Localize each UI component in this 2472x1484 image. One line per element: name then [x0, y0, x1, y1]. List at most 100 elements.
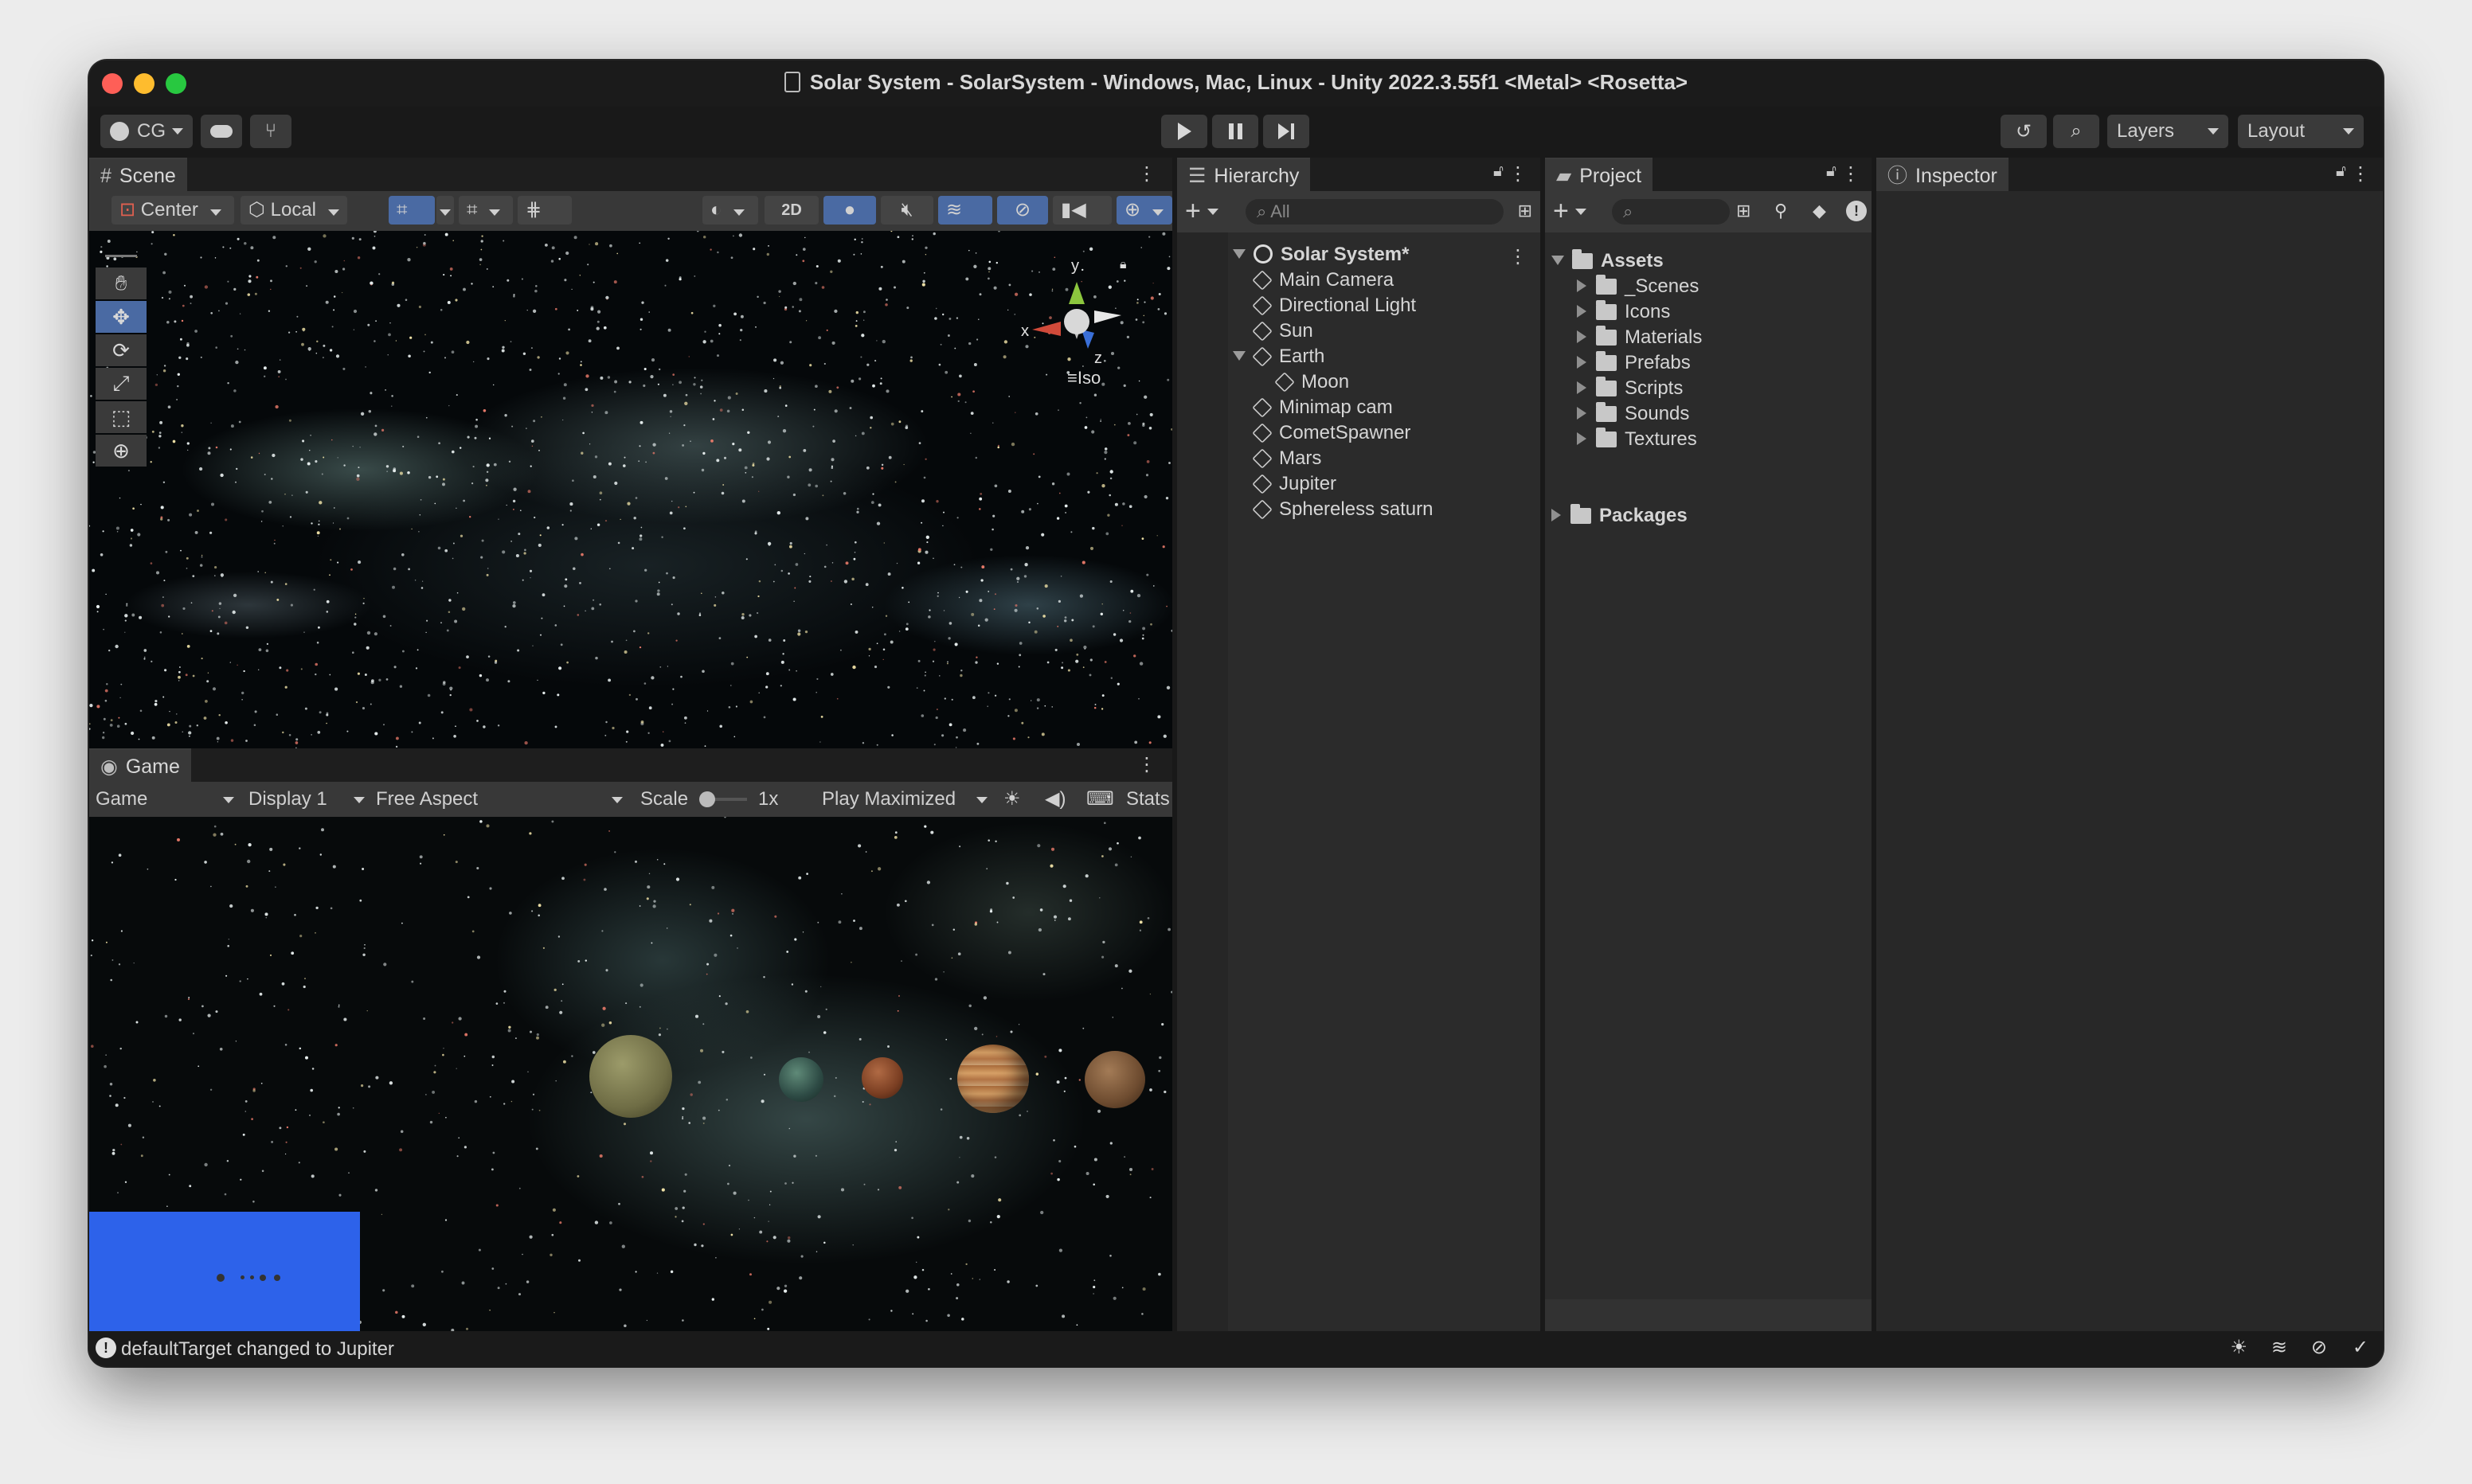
scale-slider-thumb[interactable]: [699, 791, 715, 807]
projection-label[interactable]: ≡Iso: [1067, 368, 1101, 389]
debug-icon[interactable]: ☀︎: [2230, 1336, 2247, 1359]
hierarchy-search-input[interactable]: ⌕ All: [1246, 199, 1504, 225]
hierarchy-lock-icon[interactable]: 🔓︎: [1493, 162, 1504, 181]
project-menu-icon[interactable]: ⋮: [1841, 162, 1860, 186]
scale-tool[interactable]: ⤢: [96, 368, 147, 400]
collapsed-arrow-icon[interactable]: [1577, 330, 1586, 343]
orientation-gizmo[interactable]: y x z 🔒︎ ≡Iso: [1021, 247, 1132, 390]
project-search-input[interactable]: ⌕: [1612, 199, 1730, 225]
search-options-icon[interactable]: ⊞: [1518, 201, 1532, 221]
search-by-label-icon[interactable]: ⚲: [1774, 201, 1787, 221]
pivot-dropdown[interactable]: ⊡ Center: [111, 196, 234, 225]
game-view-dropdown[interactable]: Game: [96, 787, 236, 812]
history-button[interactable]: ↺: [2001, 115, 2047, 148]
hierarchy-item[interactable]: Jupiter: [1252, 471, 1336, 497]
tab-hierarchy[interactable]: ☰ Hierarchy: [1177, 158, 1311, 191]
play-button[interactable]: [1161, 115, 1207, 148]
project-folder-item[interactable]: Materials: [1577, 325, 1702, 350]
hierarchy-menu-icon[interactable]: ⋮: [1508, 162, 1527, 186]
move-tool[interactable]: ✥: [96, 301, 147, 333]
scene-options-icon[interactable]: ⋮: [1508, 245, 1527, 268]
game-menu-icon[interactable]: ⋮: [1137, 753, 1156, 776]
scene-menu-icon[interactable]: ⋮: [1137, 162, 1156, 186]
game-viewport[interactable]: [89, 817, 1172, 1331]
grid-visibility-button[interactable]: ⌗: [459, 196, 513, 225]
collapsed-arrow-icon[interactable]: [1577, 381, 1586, 394]
project-folder-item[interactable]: Textures: [1577, 427, 1697, 452]
create-button[interactable]: +: [1185, 196, 1218, 227]
layers-dropdown[interactable]: Layers: [2107, 115, 2228, 148]
gizmo-lock-icon[interactable]: 🔒︎: [1120, 258, 1127, 272]
account-dropdown[interactable]: CG: [100, 115, 193, 148]
increment-snap-button[interactable]: ⋕: [518, 196, 572, 244]
2d-toggle[interactable]: 2D: [765, 196, 819, 225]
hierarchy-item[interactable]: CometSpawner: [1252, 420, 1410, 446]
audio-toggle[interactable]: 🔇︎: [881, 196, 933, 225]
transform-tool[interactable]: ⊕: [96, 435, 147, 467]
project-folder-item[interactable]: _Scenes: [1577, 274, 1699, 299]
project-create-button[interactable]: +: [1553, 196, 1586, 227]
project-packages-folder[interactable]: Packages: [1551, 503, 1688, 529]
play-mode-dropdown[interactable]: Play Maximized: [822, 787, 989, 812]
collapsed-arrow-icon[interactable]: [1577, 305, 1586, 318]
collapsed-arrow-icon[interactable]: [1577, 356, 1586, 369]
project-lock-icon[interactable]: 🔓︎: [1826, 162, 1836, 181]
collapsed-arrow-icon[interactable]: [1577, 432, 1586, 445]
hierarchy-item[interactable]: Directional Light: [1252, 293, 1416, 318]
tag-icon[interactable]: ◆: [1813, 201, 1826, 221]
audio-icon[interactable]: ◀︎): [1045, 787, 1066, 812]
collab-button[interactable]: ⑂: [250, 115, 291, 148]
scene-viewport[interactable]: ✋︎ ✥ ⟳ ⤢ ⬚ ⊕ y x z 🔒︎ ≡Iso: [89, 231, 1172, 748]
hierarchy-item[interactable]: Sphereless saturn: [1252, 497, 1433, 522]
pause-button[interactable]: [1212, 115, 1258, 148]
draw-mode-dropdown[interactable]: ◐: [702, 196, 758, 225]
project-assets-folder[interactable]: Assets: [1551, 248, 1664, 274]
inspector-lock-icon[interactable]: 🔓︎: [2336, 162, 2346, 181]
scale-slider[interactable]: [699, 791, 747, 807]
stats-button[interactable]: Stats: [1126, 787, 1170, 812]
collapsed-arrow-icon[interactable]: [1577, 407, 1586, 420]
search-by-type-icon[interactable]: ⊞: [1736, 201, 1750, 221]
display-dropdown[interactable]: Display 1: [248, 787, 366, 812]
grid-snap-button[interactable]: ⌗: [389, 196, 435, 225]
hidden-packages-icon[interactable]: !: [1846, 201, 1867, 221]
tab-scene[interactable]: # Scene: [89, 158, 187, 191]
scene-visibility-toggle[interactable]: ⊘: [997, 196, 1048, 225]
gizmos-dropdown[interactable]: ⊕: [1117, 196, 1172, 225]
hierarchy-item[interactable]: Mars: [1252, 446, 1321, 471]
hierarchy-item[interactable]: Minimap cam: [1252, 395, 1393, 420]
expand-arrow-icon[interactable]: [1233, 351, 1246, 361]
camera-settings-dropdown[interactable]: ▮◀: [1053, 196, 1112, 244]
project-folder-item[interactable]: Icons: [1577, 299, 1670, 325]
tab-project[interactable]: ▰ Project: [1545, 158, 1653, 191]
space-dropdown[interactable]: ⬡ Local: [241, 196, 347, 225]
lighting-toggle[interactable]: ●: [823, 196, 876, 225]
project-folder-item[interactable]: Prefabs: [1577, 350, 1691, 376]
search-button[interactable]: ⌕: [2053, 115, 2099, 148]
frame-debugger-icon[interactable]: ☀︎: [1003, 787, 1021, 812]
rect-tool[interactable]: ⬚: [96, 401, 147, 433]
project-folder-item[interactable]: Sounds: [1577, 401, 1689, 427]
grid-snap-dropdown[interactable]: [436, 196, 454, 225]
step-button[interactable]: [1263, 115, 1309, 148]
rotate-tool[interactable]: ⟳: [96, 334, 147, 366]
collapsed-arrow-icon[interactable]: [1577, 279, 1586, 292]
keyboard-icon[interactable]: ⌨︎: [1086, 787, 1114, 812]
hierarchy-item[interactable]: Earth: [1233, 344, 1324, 369]
status-message[interactable]: defaultTarget changed to Jupiter: [121, 1338, 394, 1361]
inspector-menu-icon[interactable]: ⋮: [2351, 162, 2370, 186]
effects-toggle[interactable]: ≋: [938, 196, 992, 244]
cache-server-icon[interactable]: ≋: [2271, 1336, 2287, 1359]
hierarchy-item[interactable]: Moon: [1274, 369, 1349, 395]
aspect-dropdown[interactable]: Free Aspect: [376, 787, 624, 812]
tab-inspector[interactable]: ⓘ Inspector: [1876, 158, 2008, 191]
project-folder-item[interactable]: Scripts: [1577, 376, 1683, 401]
hierarchy-item[interactable]: Sun: [1252, 318, 1313, 344]
progress-check-icon[interactable]: ✓: [2353, 1336, 2368, 1359]
cloud-button[interactable]: [201, 115, 242, 148]
global-illumination-icon[interactable]: ⊘: [2311, 1336, 2327, 1359]
layout-dropdown[interactable]: Layout: [2238, 115, 2364, 148]
hierarchy-item[interactable]: Main Camera: [1252, 268, 1394, 293]
hand-tool[interactable]: ✋︎: [96, 268, 147, 299]
hierarchy-root-scene[interactable]: Solar System*: [1233, 242, 1409, 268]
